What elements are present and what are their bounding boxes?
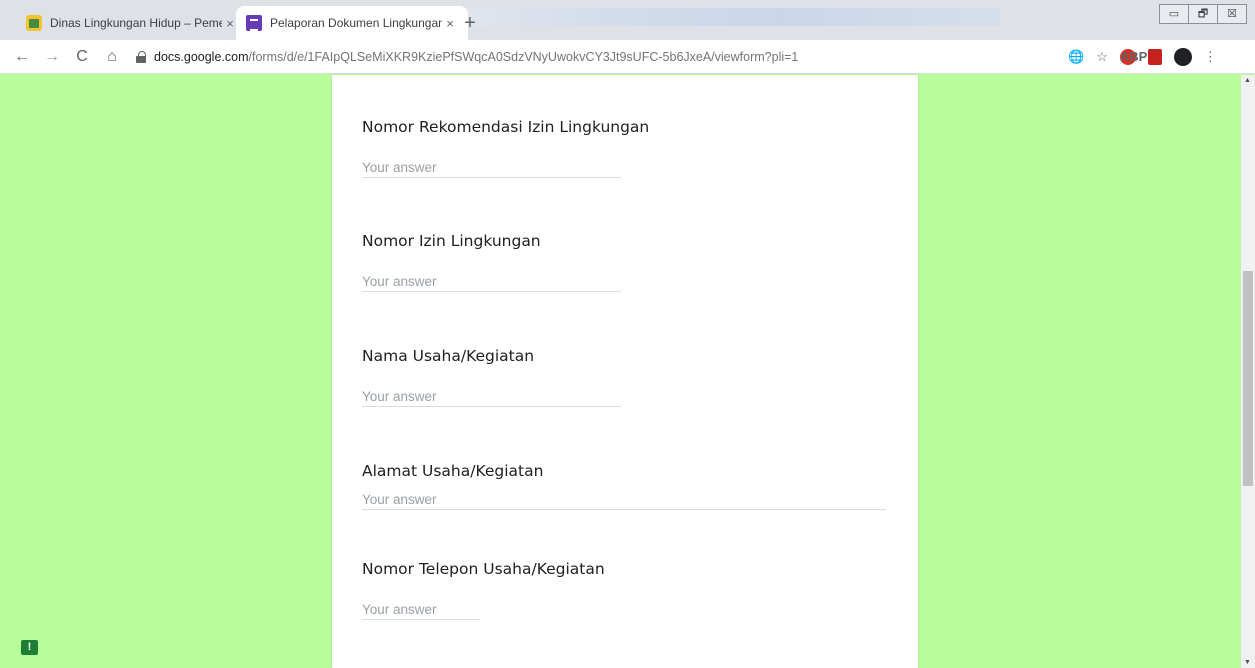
scrollbar-thumb[interactable] (1243, 271, 1253, 486)
minimize-button[interactable]: ▭ (1159, 4, 1189, 24)
adblock-icon[interactable]: ABP (1119, 49, 1147, 65)
forward-button[interactable]: → (40, 45, 64, 69)
new-tab-button[interactable]: + (458, 12, 482, 36)
question-nomor-rekomendasi: Nomor Rekomendasi Izin Lingkungan (362, 118, 649, 178)
close-window-button[interactable]: ☒ (1217, 4, 1247, 24)
restore-button[interactable]: 🗗 (1188, 4, 1218, 24)
blurred-tabs-area (440, 8, 1000, 26)
tab-dinas-lingkungan[interactable]: Dinas Lingkungan Hidup – Peme × (16, 6, 248, 40)
question-title: Nomor Izin Lingkungan (362, 232, 541, 250)
question-title: Nomor Rekomendasi Izin Lingkungan (362, 118, 650, 136)
tab-title: Dinas Lingkungan Hidup – Peme (50, 16, 222, 30)
scroll-up-icon[interactable]: ▲ (1244, 77, 1251, 84)
answer-input[interactable] (362, 600, 480, 620)
page-content: Nomor Rekomendasi Izin Lingkungan Nomor … (0, 75, 1241, 668)
star-icon[interactable]: ☆ (1096, 49, 1108, 65)
pdf-icon[interactable] (1147, 49, 1162, 65)
back-button[interactable]: ← (10, 45, 34, 69)
scroll-down-icon[interactable]: ▼ (1244, 659, 1251, 666)
home-button[interactable]: ⌂ (100, 45, 124, 69)
tab-strip: Dinas Lingkungan Hidup – Peme × Pelapora… (0, 0, 1255, 40)
translate-icon[interactable]: 🌐 (1068, 49, 1084, 65)
answer-input[interactable] (362, 387, 621, 407)
profile-avatar[interactable] (1173, 48, 1192, 66)
url-host: docs.google.com (154, 49, 249, 64)
tab-title: Pelaporan Dokumen Lingkungan (270, 16, 442, 30)
tab-pelaporan-dokumen[interactable]: Pelaporan Dokumen Lingkungan × (236, 6, 468, 40)
answer-input[interactable] (362, 272, 621, 292)
window-controls: ▭ 🗗 ☒ (1159, 4, 1247, 24)
forms-icon (246, 15, 262, 31)
menu-icon[interactable]: ⋮ (1204, 49, 1217, 65)
scrollbar[interactable]: ▲ ▼ (1241, 75, 1255, 668)
question-title: Nama Usaha/Kegiatan (362, 347, 535, 365)
feedback-button[interactable]: ! (21, 640, 38, 655)
question-nomor-telepon: Nomor Telepon Usaha/Kegiatan (362, 560, 605, 620)
answer-textarea[interactable] (362, 490, 886, 510)
question-title: Nomor Telepon Usaha/Kegiatan (362, 560, 605, 578)
reload-button[interactable]: C (70, 45, 94, 69)
question-nomor-izin: Nomor Izin Lingkungan (362, 232, 621, 292)
lock-icon (136, 50, 146, 63)
question-title: Alamat Usaha/Kegiatan (362, 462, 544, 480)
answer-input[interactable] (362, 158, 621, 178)
question-alamat-usaha: Alamat Usaha/Kegiatan (362, 462, 886, 510)
url-path: /forms/d/e/1FAIpQLSeMiXKR9KziePfSWqcA0Sd… (248, 49, 799, 64)
close-icon[interactable]: × (442, 16, 458, 31)
question-nama-usaha: Nama Usaha/Kegiatan (362, 347, 621, 407)
address-bar[interactable]: docs.google.com/forms/d/e/1FAIpQLSeMiXKR… (136, 50, 1016, 64)
extension-icons: 🌐 ☆ ABP ⋮ (1062, 48, 1223, 66)
form-card: Nomor Rekomendasi Izin Lingkungan Nomor … (332, 75, 918, 668)
home-icon (26, 15, 42, 31)
